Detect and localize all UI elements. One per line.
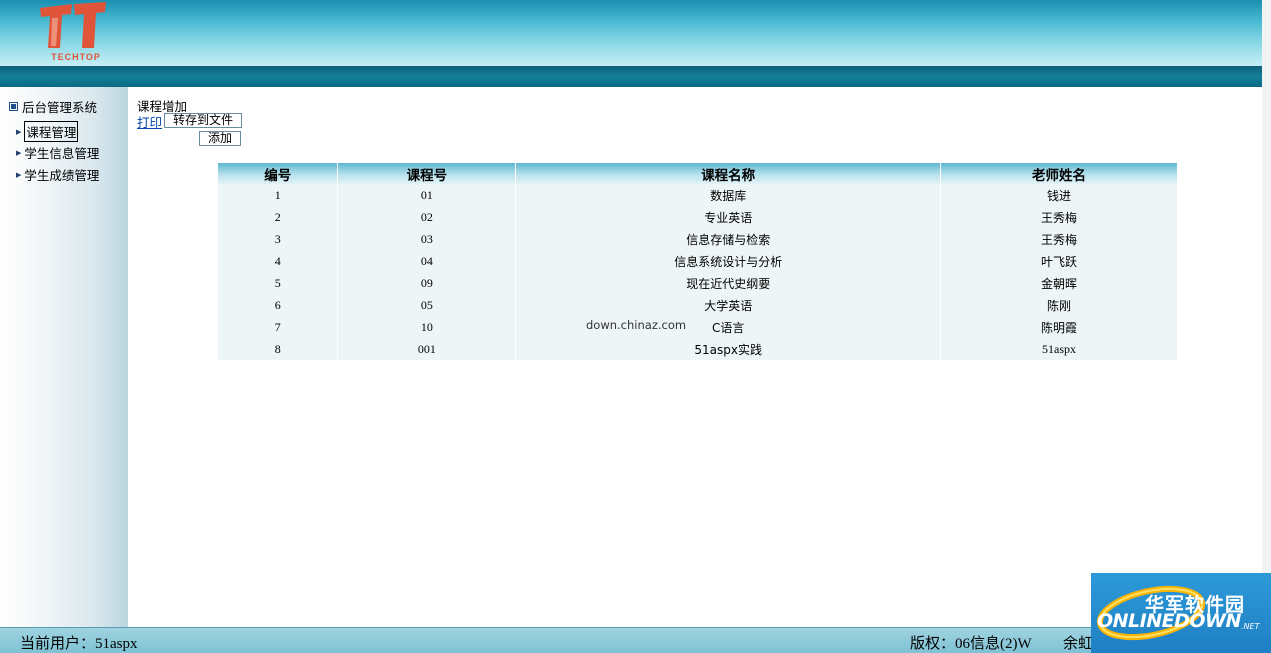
page-header: TECHTOP — [0, 0, 1262, 66]
cell-course-name: C语言 — [515, 316, 942, 338]
table-row[interactable]: 5 09 现在近代史纲要 金朝晖 — [218, 272, 1178, 294]
sidebar-item-label: 课程管理 — [24, 121, 79, 142]
cell-id: 5 — [218, 272, 339, 294]
cell-id: 2 — [218, 206, 339, 228]
table-row[interactable]: 3 03 信息存储与检索 王秀梅 — [218, 228, 1178, 250]
cell-course-no: 03 — [337, 228, 517, 250]
cell-course-no: 09 — [337, 272, 517, 294]
column-header-course-name[interactable]: 课程名称 — [515, 163, 942, 184]
logo-wordmark: TECHTOP — [51, 52, 101, 62]
sidebar-item-course-management[interactable]: ▶ 课程管理 — [16, 121, 79, 142]
current-user-label: 当前用户：51aspx — [20, 636, 138, 652]
cell-course-no: 10 — [337, 316, 517, 338]
techtop-logo: TECHTOP — [38, 2, 112, 64]
sidebar-item-student-info[interactable]: ▶ 学生信息管理 — [16, 143, 99, 162]
cell-id: 3 — [218, 228, 339, 250]
logo-icon — [40, 2, 106, 48]
cell-course-no: 02 — [337, 206, 517, 228]
cell-course-name: 现在近代史纲要 — [515, 272, 942, 294]
cell-course-name: 信息存储与检索 — [515, 228, 942, 250]
table-row[interactable]: 4 04 信息系统设计与分析 叶飞跃 — [218, 250, 1178, 272]
arrow-right-icon: ▶ — [16, 148, 22, 157]
tree-node-icon — [9, 102, 18, 111]
course-table: 编号 课程号 课程名称 老师姓名 1 01 数据库 钱进 2 02 专业英语 王… — [218, 163, 1178, 360]
watermark-text: down.chinaz.com — [586, 318, 687, 332]
arrow-right-icon: ▶ — [16, 127, 22, 136]
print-link[interactable]: 打印 — [137, 112, 162, 131]
badge-en-text: ONLINEDOWN — [1097, 610, 1241, 632]
cell-course-no: 01 — [337, 184, 517, 206]
cell-teacher: 金朝晖 — [940, 272, 1178, 294]
cell-course-no: 001 — [337, 338, 517, 360]
sidebar-item-label: 学生信息管理 — [24, 146, 100, 161]
table-row[interactable]: 6 05 大学英语 陈刚 — [218, 294, 1178, 316]
cell-course-name: 大学英语 — [515, 294, 942, 316]
column-header-course-no[interactable]: 课程号 — [337, 163, 517, 184]
sidebar-title[interactable]: 后台管理系统 — [9, 97, 97, 116]
table-row[interactable]: 2 02 专业英语 王秀梅 — [218, 206, 1178, 228]
cell-id: 4 — [218, 250, 339, 272]
cell-teacher: 51aspx — [940, 338, 1178, 360]
page-footer: 当前用户：51aspx 版权：06信息(2)W 余虹 — [0, 627, 1262, 653]
sidebar: 后台管理系统 ▶ 课程管理 ▶ 学生信息管理 ▶ 学生成绩管理 — [0, 87, 128, 627]
cell-teacher: 陈刚 — [940, 294, 1178, 316]
right-edge-strip — [1262, 0, 1271, 653]
save-to-file-button[interactable]: 转存到文件 — [164, 113, 242, 128]
badge-net-text: .NET — [1241, 622, 1260, 631]
cell-teacher: 王秀梅 — [940, 228, 1178, 250]
cell-course-name: 信息系统设计与分析 — [515, 250, 942, 272]
table-header-row: 编号 课程号 课程名称 老师姓名 — [218, 163, 1178, 184]
cell-teacher: 陈明霞 — [940, 316, 1178, 338]
sidebar-item-student-scores[interactable]: ▶ 学生成绩管理 — [16, 165, 99, 184]
table-row[interactable]: 7 10 C语言 陈明霞 — [218, 316, 1178, 338]
column-header-teacher[interactable]: 老师姓名 — [940, 163, 1178, 184]
author-label: 余虹 — [1063, 636, 1094, 652]
cell-course-name: 数据库 — [515, 184, 942, 206]
onlinedown-badge: 华军软件园 ONLINEDOWN .NET — [1091, 573, 1271, 653]
cell-id: 8 — [218, 338, 339, 360]
cell-course-no: 04 — [337, 250, 517, 272]
table-row[interactable]: 1 01 数据库 钱进 — [218, 184, 1178, 206]
cell-id: 6 — [218, 294, 339, 316]
table-row[interactable]: 8 001 51aspx实践 51aspx — [218, 338, 1178, 360]
sidebar-item-label: 学生成绩管理 — [24, 168, 100, 183]
cell-teacher: 王秀梅 — [940, 206, 1178, 228]
sidebar-title-label: 后台管理系统 — [22, 100, 98, 115]
cell-course-no: 05 — [337, 294, 517, 316]
cell-teacher: 钱进 — [940, 184, 1178, 206]
cell-course-name: 专业英语 — [515, 206, 942, 228]
cell-course-name: 51aspx实践 — [515, 338, 942, 360]
cell-teacher: 叶飞跃 — [940, 250, 1178, 272]
cell-id: 7 — [218, 316, 339, 338]
header-bar — [0, 66, 1262, 87]
cell-id: 1 — [218, 184, 339, 206]
arrow-right-icon: ▶ — [16, 170, 22, 179]
copyright-label: 版权：06信息(2)W — [910, 636, 1032, 652]
column-header-id[interactable]: 编号 — [218, 163, 339, 184]
add-button[interactable]: 添加 — [199, 131, 241, 146]
